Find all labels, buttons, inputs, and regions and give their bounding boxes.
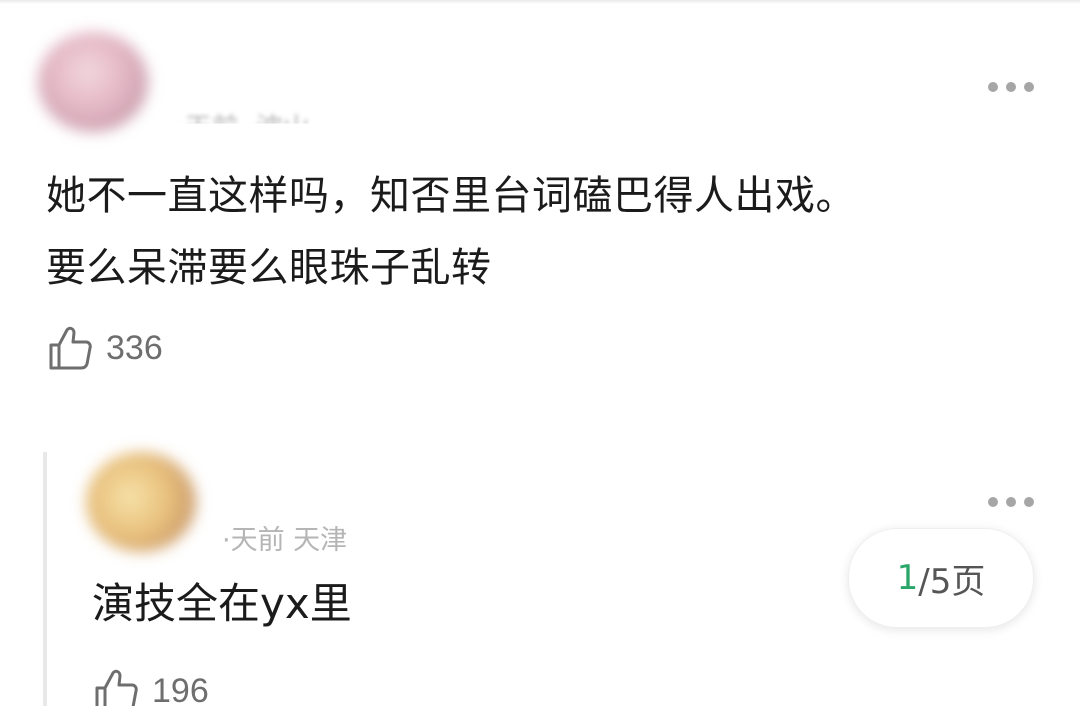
thumbs-up-icon bbox=[95, 669, 138, 706]
avatar[interactable] bbox=[38, 32, 148, 132]
top-divider bbox=[0, 0, 1080, 4]
comment-body: 她不一直这样吗，知否里台词磕巴得人出戏。 要么呆滞要么眼珠子乱转 bbox=[46, 160, 1046, 304]
reply-body: 演技全在yx里 bbox=[92, 579, 352, 628]
page-total: /5页 bbox=[918, 561, 986, 602]
more-options-icon[interactable] bbox=[988, 80, 1034, 94]
like-button[interactable]: 336 bbox=[48, 325, 163, 371]
comment-line: 要么呆滞要么眼珠子乱转 bbox=[46, 245, 492, 291]
reply-like-count: 196 bbox=[152, 671, 209, 706]
page-indicator[interactable]: 1 /5页 bbox=[848, 528, 1034, 628]
comment-thread: ·天前 ·波山 她不一直这样吗，知否里台词磕巴得人出戏。 要么呆滞要么眼珠子乱转… bbox=[0, 0, 1080, 706]
like-count: 336 bbox=[106, 328, 163, 367]
thumbs-up-icon bbox=[49, 326, 92, 370]
reply-like-button[interactable]: 196 bbox=[94, 668, 209, 706]
reply-indent-bar bbox=[43, 452, 47, 706]
reply-meta: ·天前 天津 bbox=[222, 525, 348, 556]
comment-line: 她不一直这样吗，知否里台词磕巴得人出戏。 bbox=[46, 173, 856, 219]
reply-avatar[interactable] bbox=[86, 452, 196, 552]
comment-meta: ·天前 ·波山 bbox=[176, 113, 310, 144]
reply-more-options-icon[interactable] bbox=[988, 495, 1034, 509]
page-current: 1 bbox=[896, 558, 919, 598]
